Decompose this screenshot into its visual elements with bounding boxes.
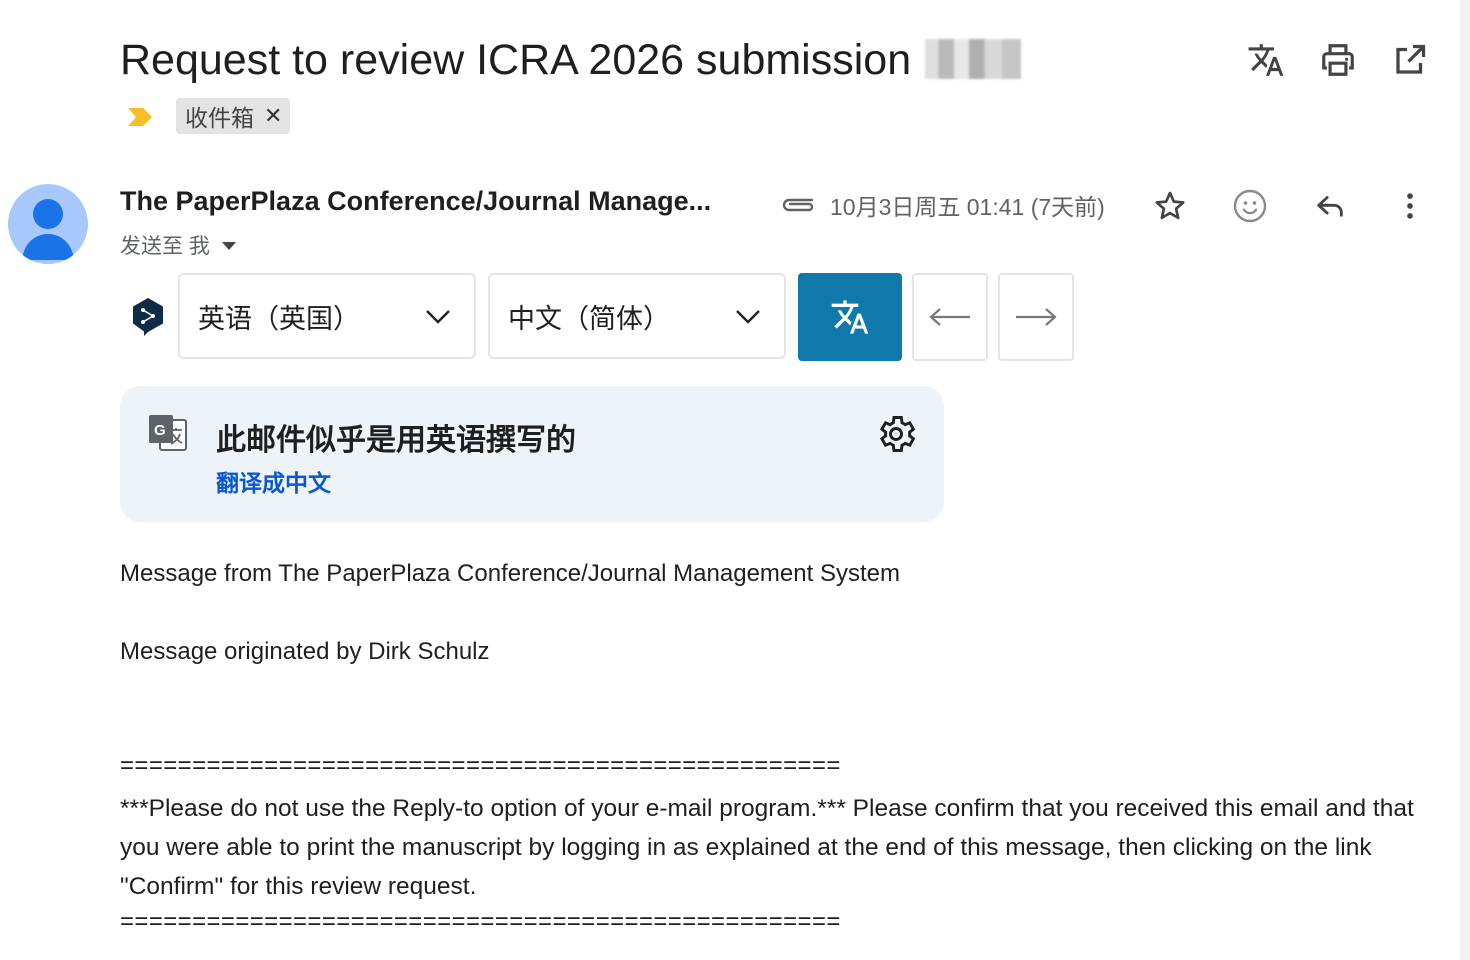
inbox-label-chip: 收件箱 ✕ <box>176 98 291 134</box>
translate-icon <box>831 300 869 334</box>
chevron-down-icon <box>426 310 450 324</box>
separator-bottom: ========================================… <box>120 908 841 935</box>
recipient-details[interactable]: 发送至 我 <box>120 230 238 260</box>
sender-name[interactable]: The PaperPlaza Conference/Journal Manage… <box>120 186 742 217</box>
reply-icon[interactable] <box>1308 184 1352 228</box>
translate-to-chinese-link[interactable]: 翻译成中文 <box>216 464 331 498</box>
source-language-value: 英语（英国） <box>198 303 360 334</box>
redacted-block <box>925 38 1022 79</box>
banner-title: 此邮件似乎是用英语撰写的 <box>216 424 576 457</box>
print-icon[interactable] <box>1318 40 1358 80</box>
body-paragraph: ***Please do not use the Reply-to option… <box>120 795 1414 900</box>
next-button[interactable] <box>998 273 1074 361</box>
remove-label-icon[interactable]: ✕ <box>264 103 282 129</box>
avatar[interactable] <box>8 184 88 264</box>
chevron-down-icon <box>736 310 760 324</box>
label-text: 收件箱 <box>185 105 254 131</box>
caret-down-icon[interactable] <box>220 239 238 251</box>
emoji-icon[interactable] <box>1228 184 1272 228</box>
translate-button[interactable] <box>798 273 902 361</box>
gear-icon[interactable] <box>874 412 918 456</box>
previous-button[interactable] <box>912 273 988 361</box>
source-language-select[interactable]: 英语（英国） <box>178 273 476 359</box>
star-icon[interactable] <box>1148 184 1192 228</box>
google-translate-icon: G <box>149 415 187 451</box>
attachment-icon <box>782 198 814 212</box>
arrow-left-icon <box>929 308 970 326</box>
arrow-right-icon <box>1016 308 1057 326</box>
body-line-from: Message from The PaperPlaza Conference/J… <box>120 560 900 587</box>
deepl-logo-icon <box>133 298 163 336</box>
body-line-originated: Message originated by Dirk Schulz <box>120 638 490 665</box>
sent-to-text: 发送至 我 <box>120 235 210 258</box>
email-subject: Request to review ICRA 2026 submission <box>120 34 1022 86</box>
subject-text: Request to review ICRA 2026 submission <box>120 36 912 84</box>
email-date: 10月3日周五 01:41 (7天前) <box>830 194 1105 220</box>
separator-top: ========================================… <box>120 752 841 779</box>
target-language-value: 中文（简体） <box>508 303 670 334</box>
more-vert-icon[interactable] <box>1388 184 1432 228</box>
svg-text:G: G <box>154 422 166 439</box>
open-in-new-icon[interactable] <box>1390 40 1430 80</box>
importance-marker-icon[interactable] <box>126 106 154 128</box>
translate-icon[interactable] <box>1246 40 1286 80</box>
scrollbar[interactable] <box>1460 0 1470 960</box>
target-language-select[interactable]: 中文（简体） <box>488 273 786 359</box>
